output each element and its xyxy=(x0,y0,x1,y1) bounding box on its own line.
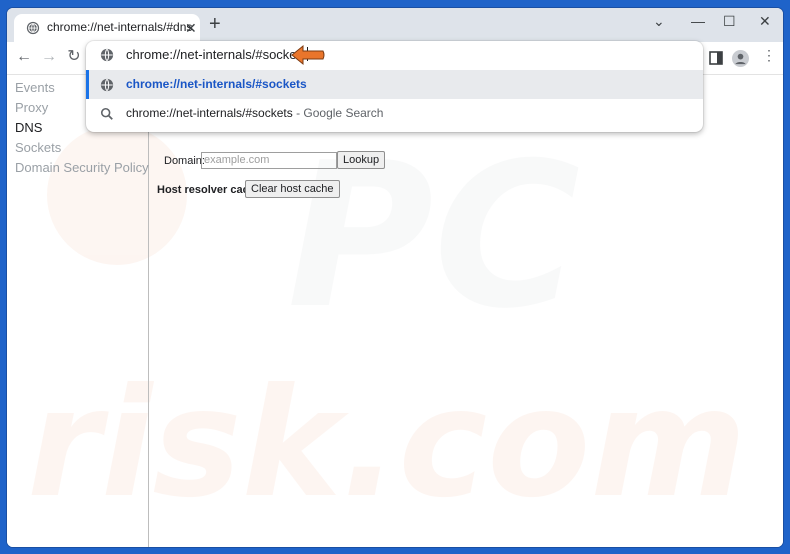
domain-label: Domain: xyxy=(164,155,205,167)
suggestion-search[interactable]: chrome://net-internals/#sockets - Google… xyxy=(86,99,703,128)
search-icon xyxy=(100,107,113,120)
globe-icon xyxy=(100,78,114,92)
address-input[interactable]: chrome://net-internals/#sockets xyxy=(126,47,308,62)
close-icon[interactable]: ✕ xyxy=(185,20,197,37)
lookup-button[interactable]: Lookup xyxy=(337,151,386,169)
sidebar-item-dns[interactable]: DNS xyxy=(15,120,42,135)
net-internals-sidebar: Events Proxy DNS Sockets Domain Security… xyxy=(7,75,149,547)
sidebar-item-sockets[interactable]: Sockets xyxy=(15,140,61,155)
omnibox-dropdown: chrome://net-internals/#sockets chrome:/… xyxy=(86,41,703,132)
tab-title: chrome://net-internals/#dns xyxy=(47,20,193,34)
profile-avatar-icon[interactable] xyxy=(732,50,749,67)
suggestion-url[interactable]: chrome://net-internals/#sockets xyxy=(86,70,703,99)
maximize-button[interactable]: ☐ xyxy=(723,13,736,30)
side-panel-icon[interactable] xyxy=(709,51,723,65)
clear-host-cache-button[interactable]: Clear host cache xyxy=(245,180,340,198)
close-window-button[interactable]: ✕ xyxy=(759,13,771,30)
dns-panel: Domain: example.com Lookup Host resolver… xyxy=(149,75,783,547)
domain-input[interactable]: example.com xyxy=(201,152,337,169)
tab-strip: chrome://net-internals/#dns ✕ + ⌄ — ☐ ✕ xyxy=(7,8,783,42)
sidebar-item-domain-security-policy[interactable]: Domain Security Policy xyxy=(15,160,149,175)
forward-arrow-icon[interactable]: → xyxy=(39,47,59,67)
page-content: risk.com PC Events Proxy DNS Sockets Dom… xyxy=(7,75,783,547)
suggestion-description: - Google Search xyxy=(292,106,384,120)
tab-search-icon[interactable]: ⌄ xyxy=(653,13,665,30)
reload-icon[interactable]: ↻ xyxy=(64,47,84,67)
sidebar-item-events[interactable]: Events xyxy=(15,80,55,95)
suggestion-text: chrome://net-internals/#sockets - Google… xyxy=(126,106,384,120)
tab-net-internals[interactable]: chrome://net-internals/#dns ✕ xyxy=(14,14,200,42)
menu-kebab-icon[interactable]: ⋮ xyxy=(762,47,776,64)
minimize-button[interactable]: — xyxy=(691,13,705,29)
sidebar-item-proxy[interactable]: Proxy xyxy=(15,100,48,115)
new-tab-button[interactable]: + xyxy=(209,14,221,34)
back-arrow-icon[interactable]: ← xyxy=(14,47,34,67)
address-bar[interactable]: chrome://net-internals/#sockets xyxy=(86,41,703,69)
suggestion-text: chrome://net-internals/#sockets xyxy=(126,77,307,91)
annotation-arrow-icon xyxy=(291,44,325,66)
globe-icon xyxy=(26,21,40,35)
globe-icon xyxy=(100,48,114,62)
browser-window: chrome://net-internals/#dns ✕ + ⌄ — ☐ ✕ … xyxy=(7,8,783,547)
